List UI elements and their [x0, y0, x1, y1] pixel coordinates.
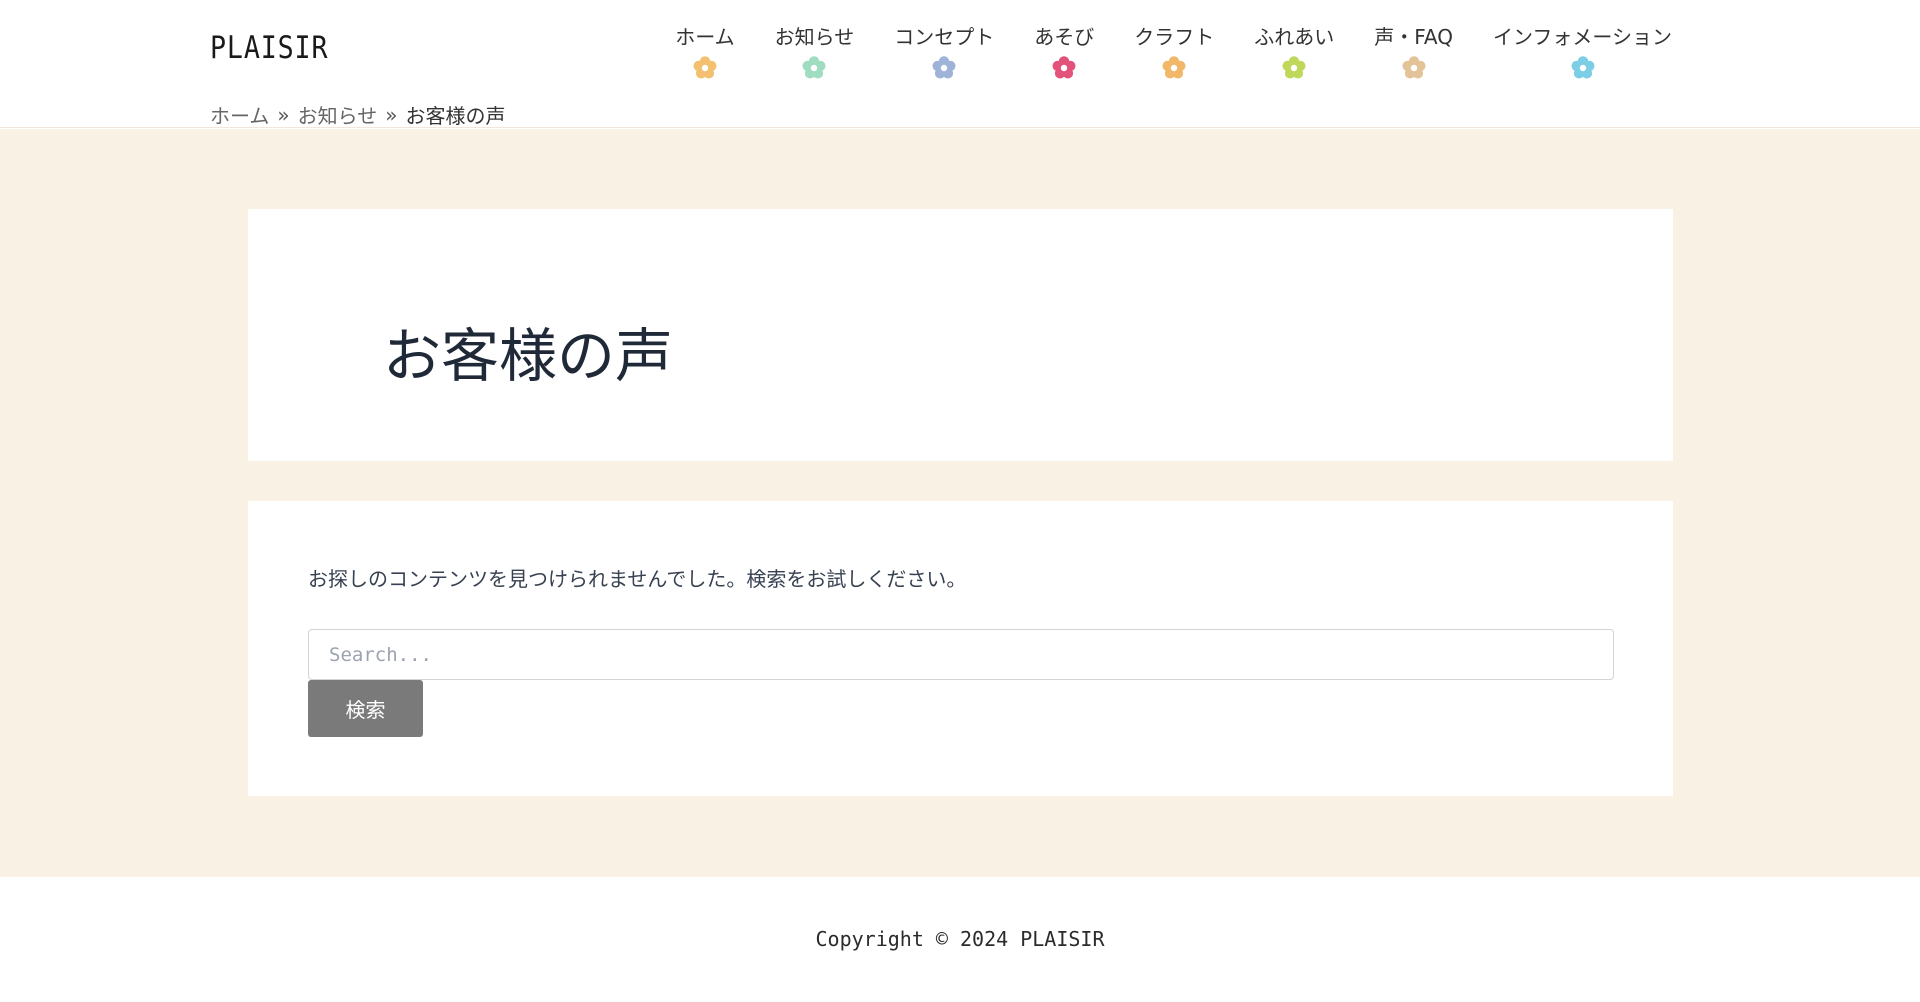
copyright-text: Copyright © 2024 PLAISIR [815, 927, 1105, 951]
nav-item-home[interactable]: ホーム [655, 20, 754, 82]
nav-item-fureai[interactable]: ふれあい [1234, 20, 1354, 82]
flower-icon [693, 56, 717, 79]
nav-label: クラフト [1134, 25, 1215, 49]
flower-icon [1052, 56, 1076, 79]
site-logo[interactable]: PLAISIR [210, 30, 328, 66]
page-title-card: お客様の声 [248, 209, 1673, 461]
nav-label: ホーム [675, 25, 735, 49]
nav-label: 声・FAQ [1374, 25, 1453, 49]
search-button[interactable]: 検索 [308, 680, 423, 737]
flower-icon [1571, 56, 1594, 79]
site-header: PLAISIR ホーム お知らせ コンセプト あそび クラフト ふれあい 声・F… [0, 0, 1920, 128]
search-input[interactable] [308, 629, 1614, 680]
breadcrumb-news-link[interactable]: お知らせ [298, 100, 378, 129]
nav-item-concept[interactable]: コンセプト [874, 20, 1014, 82]
search-card: お探しのコンテンツを見つけられませんでした。検索をお試しください。 検索 [248, 501, 1673, 796]
nav-item-information[interactable]: インフォメーション [1473, 20, 1692, 82]
nav-label: ふれあい [1254, 25, 1335, 49]
flower-icon [1162, 56, 1186, 79]
nav-label: コンセプト [894, 25, 995, 49]
breadcrumb-current: お客様の声 [405, 104, 506, 128]
nav-item-play[interactable]: あそび [1014, 20, 1114, 82]
nav-item-voice-faq[interactable]: 声・FAQ [1354, 20, 1473, 82]
flower-icon [1282, 56, 1306, 79]
breadcrumb-home-link[interactable]: ホーム [210, 100, 269, 129]
flower-icon [802, 56, 826, 79]
breadcrumb-separator: » [385, 102, 398, 127]
nav-label: インフォメーション [1493, 25, 1672, 49]
nav-item-craft[interactable]: クラフト [1114, 20, 1234, 82]
flower-icon [932, 56, 956, 79]
nav-label: お知らせ [774, 25, 855, 49]
site-footer: Copyright © 2024 PLAISIR [0, 877, 1920, 1002]
page-title: お客様の声 [383, 322, 674, 390]
not-found-message: お探しのコンテンツを見つけられませんでした。検索をお試しください。 [308, 567, 967, 591]
main-nav: ホーム お知らせ コンセプト あそび クラフト ふれあい 声・FAQ インフォメ… [655, 20, 1692, 82]
nav-item-news[interactable]: お知らせ [755, 20, 875, 82]
breadcrumb: ホーム » お知らせ » お客様の声 [210, 100, 506, 129]
flower-icon [1402, 56, 1426, 79]
nav-label: あそび [1034, 25, 1095, 49]
breadcrumb-separator: » [277, 102, 290, 127]
